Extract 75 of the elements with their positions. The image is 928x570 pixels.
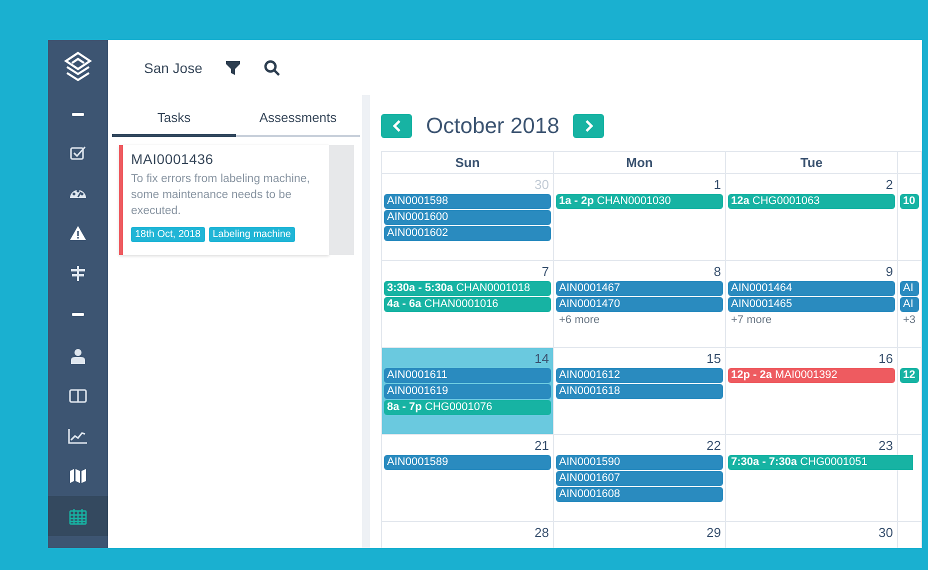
calendar-event[interactable]: 3:30a - 5:30a CHAN0001018: [384, 281, 551, 296]
previous-month-button[interactable]: [381, 114, 412, 138]
day-number: 28: [534, 524, 550, 542]
scrollbar[interactable]: [329, 145, 354, 255]
day-number: 21: [534, 437, 550, 455]
day-number: 23: [878, 437, 894, 455]
calendar-event[interactable]: 10: [900, 194, 919, 209]
calendar-event[interactable]: AIN0001611: [384, 368, 551, 383]
calendar-event[interactable]: AIN0001464: [728, 281, 895, 296]
signpost-icon: [70, 265, 86, 281]
calendar-event[interactable]: AIN0001602: [384, 226, 551, 241]
calendar-event[interactable]: 1a - 2p CHAN0001030: [556, 194, 723, 209]
day-number: 9: [884, 263, 894, 281]
search-icon[interactable]: [264, 60, 280, 76]
day-number: 14: [534, 350, 550, 368]
calendar-event[interactable]: AIN0001612: [556, 368, 723, 383]
calendar-event[interactable]: AIN0001618: [556, 384, 723, 399]
more-link[interactable]: +6 more: [556, 313, 723, 328]
warning-icon: [69, 225, 87, 241]
filter-icon[interactable]: [226, 60, 240, 74]
calendar-event[interactable]: 12: [900, 368, 919, 383]
chevron-left-icon: [392, 120, 400, 132]
task-description: To fix errors from labeling machine, some maintenance needs to be executed.: [131, 172, 311, 219]
checkbox-icon: [70, 146, 86, 160]
tag: Labeling machine: [208, 227, 295, 242]
user-icon: [71, 348, 85, 364]
divider: [72, 112, 84, 116]
calendar-event[interactable]: AIN0001470: [556, 297, 723, 312]
map-icon: [69, 468, 87, 484]
calendar-event[interactable]: 4a - 6a CHAN0001016: [384, 297, 551, 312]
weekday-header: Sun: [382, 152, 554, 174]
day-number: 15: [706, 350, 722, 368]
day-number: 8: [712, 263, 722, 281]
calendar-event[interactable]: AIN0001598: [384, 194, 551, 209]
month-title: October 2018: [426, 113, 560, 139]
calendar-event[interactable]: AIN0001600: [384, 210, 551, 225]
tag: 18th Oct, 2018: [131, 227, 205, 242]
calendar-event[interactable]: AIN0001465: [728, 297, 895, 312]
more-link[interactable]: +3: [900, 313, 919, 328]
calendar-event[interactable]: AIN0001467: [556, 281, 723, 296]
weekday-header: Tue: [726, 152, 898, 174]
calendar-event[interactable]: 8a - 7p CHG0001076: [384, 400, 551, 415]
day-number: 16: [878, 350, 894, 368]
line-chart-icon: [68, 428, 88, 444]
calendar-icon: [69, 508, 87, 524]
weekday-header: Mon: [554, 152, 726, 174]
calendar-event[interactable]: AIN0001590: [556, 455, 723, 470]
calendar-event[interactable]: AI: [900, 297, 919, 312]
chevron-right-icon: [584, 120, 593, 132]
divider: [72, 313, 84, 316]
task-card[interactable]: MAI0001436 To fix errors from labeling machine, some maintenance needs to be executed. 18th Oct, 2018 Labeling machine: [119, 145, 329, 255]
calendar-event[interactable]: 12a CHG0001063: [728, 194, 895, 209]
calendar-event[interactable]: AIN0001589: [384, 455, 551, 470]
task-id: MAI0001436: [131, 151, 214, 167]
calendar-event[interactable]: AIN0001607: [556, 471, 723, 486]
location-label[interactable]: San Jose: [144, 60, 202, 76]
calendar-event[interactable]: AI: [900, 281, 919, 296]
next-month-button[interactable]: [573, 114, 604, 138]
more-link[interactable]: +7 more: [728, 313, 895, 328]
today-cell[interactable]: 14 AIN0001611 AIN0001619 8a - 7p CHG0001076: [382, 348, 554, 435]
day-number: 2: [884, 176, 894, 194]
day-number: 30: [878, 524, 894, 542]
sidebar-item[interactable]: [48, 496, 108, 536]
calendar-event[interactable]: AIN0001608: [556, 487, 723, 502]
tab[interactable]: Tasks: [112, 101, 236, 137]
calendar-event[interactable]: AIN0001619: [384, 384, 551, 399]
day-number: 7: [540, 263, 550, 281]
calendar-event[interactable]: 7:30a - 7:30a CHG0001051: [728, 455, 913, 470]
day-number: 29: [706, 524, 722, 542]
day-number: 30: [534, 176, 550, 194]
tab[interactable]: Assessments: [236, 101, 360, 137]
calendar-event[interactable]: 12p - 2a MAI0001392: [728, 368, 895, 383]
book-icon: [69, 389, 87, 403]
day-number: 22: [706, 437, 722, 455]
day-number: 1: [712, 176, 722, 194]
